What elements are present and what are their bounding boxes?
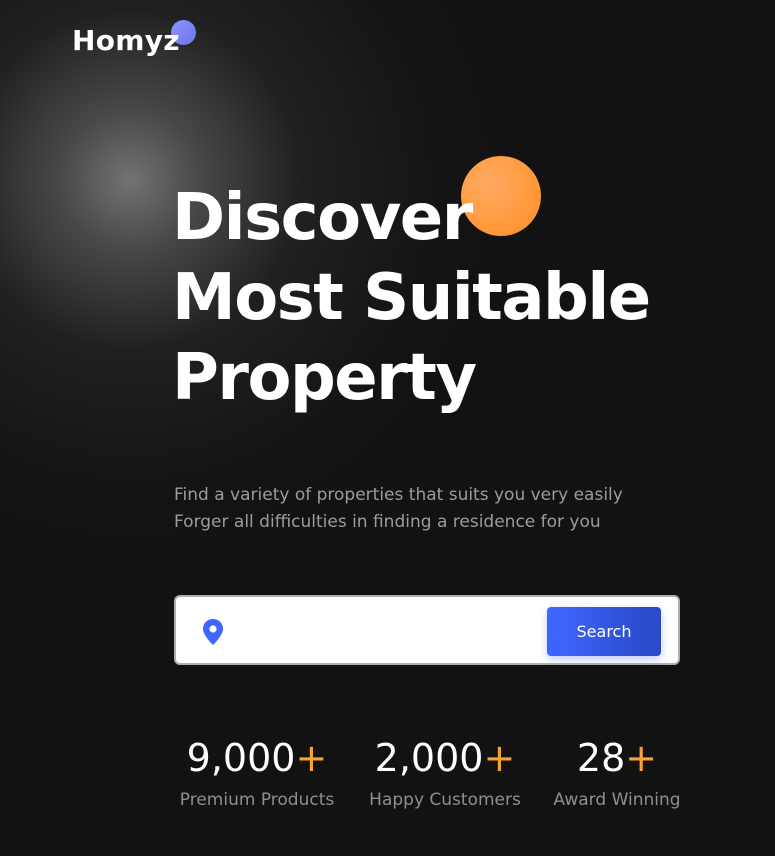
logo[interactable]: Homyz [72, 24, 180, 57]
stat-label: Happy Customers [369, 790, 521, 810]
search-button[interactable]: Search [547, 607, 661, 656]
subtext-line: Forger all difficulties in finding a res… [174, 512, 601, 532]
search-bar: Search [174, 595, 680, 665]
stat-label: Premium Products [179, 790, 335, 810]
hero-background [0, 0, 775, 856]
stat-value: 28+ [576, 736, 658, 780]
stat-value: 9,000+ [186, 736, 328, 780]
hero-headline: Discover Most Suitable Property [172, 178, 732, 418]
stat-label: Award Winning [553, 790, 681, 810]
headline-line: Discover [172, 181, 473, 255]
location-pin-icon [201, 618, 225, 646]
subtext-line: Find a variety of properties that suits … [174, 485, 623, 505]
plus-sign: + [295, 736, 328, 780]
plus-sign: + [625, 736, 658, 780]
plus-sign: + [483, 736, 516, 780]
headline-line: Property [172, 341, 477, 415]
stat-happy-customers: 2,000+ Happy Customers [360, 734, 530, 810]
search-input[interactable] [236, 611, 540, 651]
stat-value: 2,000+ [374, 736, 516, 780]
hero-subtext: Find a variety of properties that suits … [174, 482, 623, 536]
stat-premium-products: 9,000+ Premium Products [172, 734, 342, 810]
stats-row: 9,000+ Premium Products 2,000+ Happy Cus… [172, 734, 692, 824]
headline-line: Most Suitable [172, 261, 651, 335]
stat-award-winning: 28+ Award Winning [542, 734, 692, 810]
